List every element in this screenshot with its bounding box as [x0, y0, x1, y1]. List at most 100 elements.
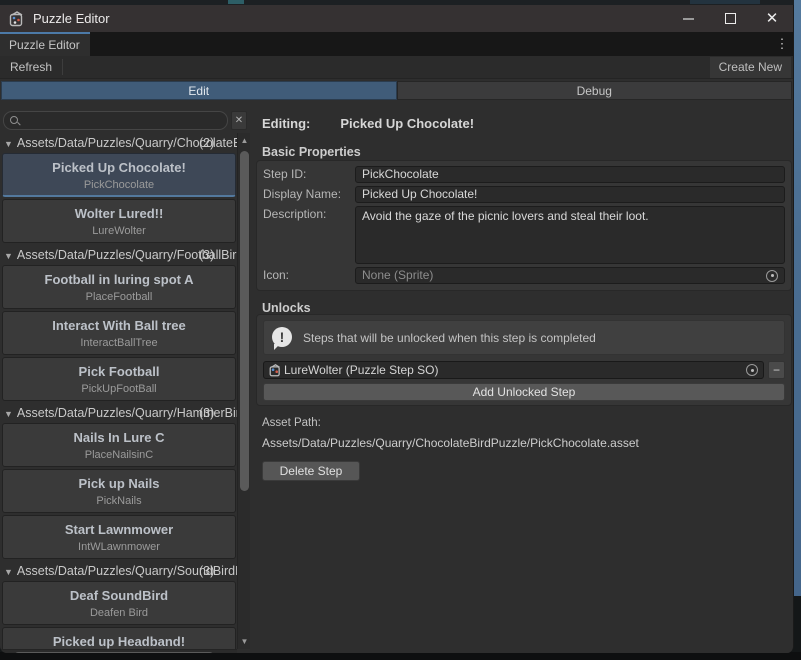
step-list: ▼Assets/Data/Puzzles/Quarry/ChocolateBir… [0, 133, 237, 649]
step-item-id: InteractBallTree [3, 337, 235, 349]
unlocked-step-object-field[interactable]: LureWolter (Puzzle Step SO) [263, 361, 764, 379]
tab-debug[interactable]: Debug [397, 81, 793, 100]
main-toolbar: Refresh Create New [0, 56, 793, 79]
minimize-button[interactable] [667, 5, 709, 32]
description-label: Description: [263, 206, 355, 264]
object-picker-icon[interactable] [746, 364, 758, 376]
step-list-item[interactable]: Start LawnmowerIntWLawnmower [2, 515, 236, 559]
group-count-badge: (3) [199, 245, 214, 265]
editing-label: Editing: [262, 116, 310, 131]
step-list-item[interactable]: Wolter Lured!!LureWolter [2, 199, 236, 243]
puzzle-editor-window: Puzzle Editor ✕ Puzzle Editor ⋮ Refresh … [0, 5, 794, 653]
group-header[interactable]: ▼Assets/Data/Puzzles/Quarry/FootballBird… [0, 245, 237, 265]
scroll-left-icon[interactable]: ◄ [0, 650, 13, 653]
step-id-field[interactable]: PickChocolate [355, 166, 785, 183]
add-unlocked-step-button[interactable]: Add Unlocked Step [263, 383, 785, 401]
vertical-scrollbar-thumb[interactable] [240, 151, 249, 491]
step-item-title: Pick up Nails [3, 476, 235, 491]
refresh-label: Refresh [10, 60, 52, 74]
icon-object-field[interactable]: None (Sprite) [355, 267, 785, 284]
collapse-arrow-icon[interactable]: ▼ [4, 139, 13, 149]
description-value: Avoid the gaze of the picnic lovers and … [362, 209, 649, 224]
basic-properties-box: Step ID: PickChocolate Display Name: Pic… [256, 160, 792, 291]
horizontal-scrollbar-thumb[interactable] [14, 652, 214, 653]
step-item-title: Picked up Headband! [3, 634, 235, 649]
clear-search-icon: ✕ [235, 115, 243, 126]
create-new-button[interactable]: Create New [710, 57, 791, 78]
remove-unlocked-step-button[interactable]: − [768, 361, 785, 379]
collapse-arrow-icon[interactable]: ▼ [4, 567, 13, 577]
display-name-label: Display Name: [263, 186, 355, 203]
refresh-button[interactable]: Refresh [0, 56, 62, 78]
group-header[interactable]: ▼Assets/Data/Puzzles/Quarry/SoundBirdPuz… [0, 561, 237, 581]
description-field[interactable]: Avoid the gaze of the picnic lovers and … [355, 206, 785, 264]
icon-label: Icon: [263, 267, 355, 284]
step-list-item[interactable]: Deaf SoundBirdDeafen Bird [2, 581, 236, 625]
display-name-value: Picked Up Chocolate! [362, 187, 477, 202]
step-id-label: Step ID: [263, 166, 355, 183]
step-item-title: Pick Football [3, 364, 235, 379]
create-new-label: Create New [719, 60, 782, 74]
group-count-badge: (2) [199, 133, 214, 153]
close-icon: ✕ [766, 11, 779, 26]
desktop-background-right [794, 0, 801, 596]
scroll-right-icon[interactable]: ► [220, 650, 233, 653]
unlocks-box: ! Steps that will be unlocked when this … [256, 314, 792, 406]
step-list-item[interactable]: Nails In Lure CPlaceNailsinC [2, 423, 236, 467]
group-header[interactable]: ▼Assets/Data/Puzzles/Quarry/HammerBirdPu… [0, 403, 237, 423]
maximize-icon [725, 13, 736, 24]
clear-search-button[interactable]: ✕ [231, 111, 247, 130]
step-item-title: Wolter Lured!! [3, 206, 235, 221]
vertical-scrollbar[interactable]: ▲ ▼ [237, 133, 250, 649]
step-item-title: Deaf SoundBird [3, 588, 235, 603]
desktop-accent-dash [690, 0, 760, 4]
close-button[interactable]: ✕ [751, 5, 793, 32]
step-item-title: Interact With Ball tree [3, 318, 235, 333]
delete-step-label: Delete Step [280, 464, 343, 478]
tab-debug-label: Debug [577, 84, 612, 98]
collapse-arrow-icon[interactable]: ▼ [4, 409, 13, 419]
object-picker-icon[interactable] [766, 270, 778, 282]
step-list-item[interactable]: Pick up Nails PickNails [2, 469, 236, 513]
group-header[interactable]: ▼Assets/Data/Puzzles/Quarry/ChocolateBir… [0, 133, 237, 153]
step-list-item[interactable]: Pick FootballPickUpFootBall [2, 357, 236, 401]
maximize-button[interactable] [709, 5, 751, 32]
step-list-item[interactable]: Picked up Headband! [2, 627, 236, 649]
step-item-id: PlaceFootball [3, 291, 235, 303]
step-item-id: PickChocolate [3, 179, 235, 191]
editing-value: Picked Up Chocolate! [340, 116, 474, 131]
scriptable-object-icon [269, 364, 282, 377]
desktop-background-bottom [0, 652, 801, 660]
scroll-up-icon[interactable]: ▲ [238, 134, 251, 147]
asset-path-value: Assets/Data/Puzzles/Quarry/ChocolateBird… [262, 436, 639, 450]
group-count-badge: (3) [199, 403, 214, 423]
tab-label: Puzzle Editor [9, 38, 80, 52]
editor-tabbar: Puzzle Editor ⋮ [0, 32, 793, 56]
step-list-item[interactable]: Interact With Ball tree InteractBallTree [2, 311, 236, 355]
step-item-title: Football in luring spot A [3, 272, 235, 287]
horizontal-scrollbar[interactable]: ◄ ► [0, 649, 237, 653]
icon-object-value: None (Sprite) [362, 268, 433, 283]
window-titlebar[interactable]: Puzzle Editor ✕ [0, 5, 793, 32]
collapse-arrow-icon[interactable]: ▼ [4, 251, 13, 261]
toolbar-divider [62, 59, 63, 75]
step-editor-panel: Editing:Picked Up Chocolate! Basic Prope… [252, 105, 794, 653]
minimize-icon [683, 18, 694, 20]
minus-icon: − [773, 363, 780, 377]
unlocked-step-value: LureWolter (Puzzle Step SO) [284, 363, 439, 377]
step-item-id: PickNails [3, 495, 235, 507]
step-list-item[interactable]: Picked Up Chocolate! PickChocolate [2, 153, 236, 197]
search-icon [10, 116, 20, 126]
search-input[interactable] [3, 111, 228, 130]
step-list-item[interactable]: Football in luring spot A PlaceFootball [2, 265, 236, 309]
tab-puzzle-editor[interactable]: Puzzle Editor [0, 32, 90, 56]
display-name-field[interactable]: Picked Up Chocolate! [355, 186, 785, 203]
unlocks-title: Unlocks [262, 301, 311, 315]
window-title: Puzzle Editor [33, 11, 110, 26]
tab-menu-button[interactable]: ⋮ [771, 32, 793, 56]
scroll-down-icon[interactable]: ▼ [238, 635, 251, 648]
step-item-title: Picked Up Chocolate! [3, 160, 235, 175]
editing-header: Editing: Picked Up Chocolate! [262, 116, 474, 131]
delete-step-button[interactable]: Delete Step [262, 461, 360, 481]
tab-edit[interactable]: Edit [1, 81, 397, 100]
